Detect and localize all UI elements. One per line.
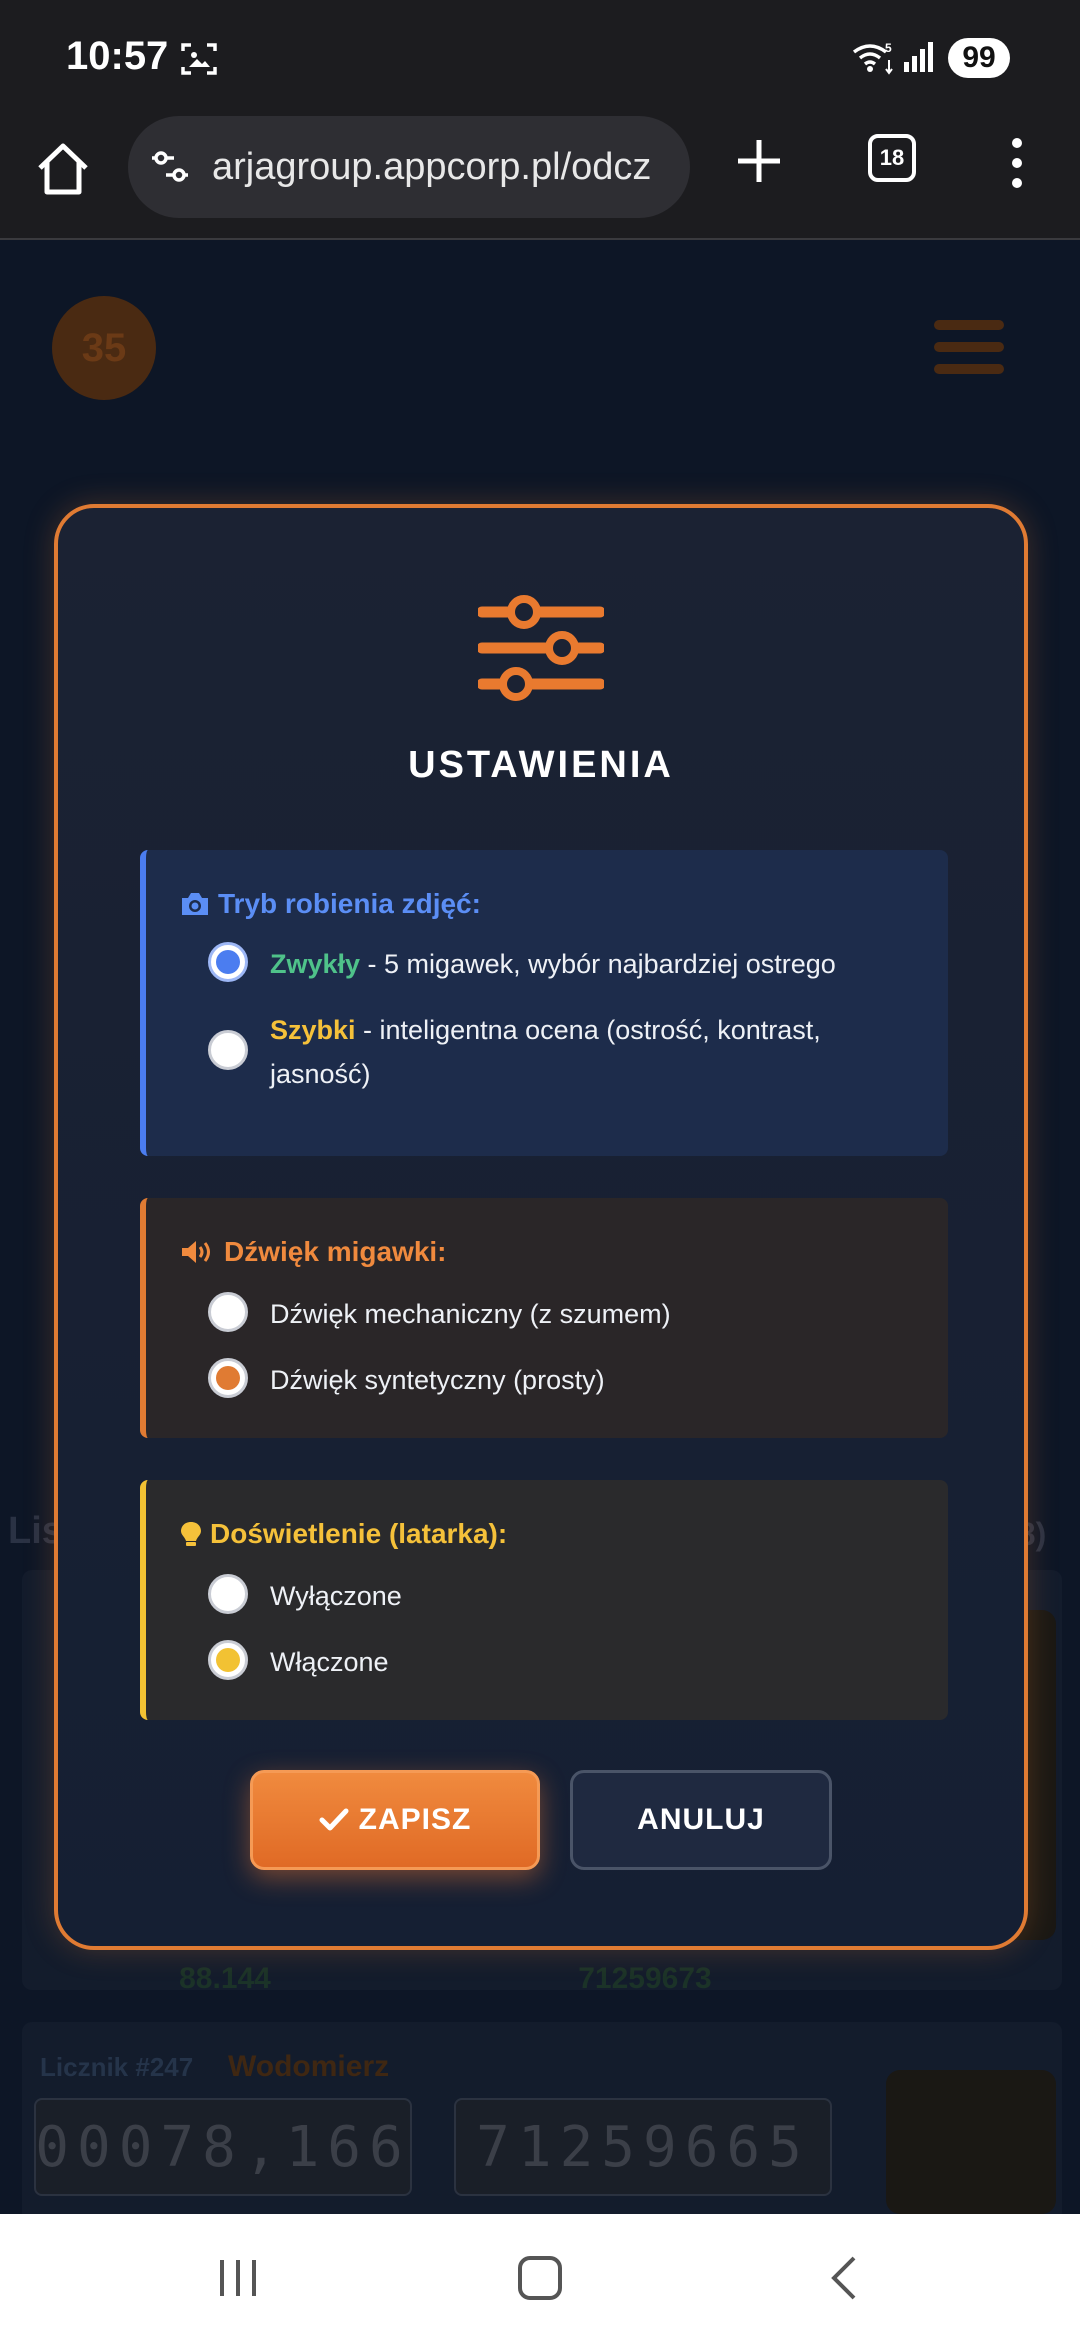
radio-on[interactable]	[208, 1640, 248, 1680]
sound-option-synthetic[interactable]: Dźwięk syntetyczny (prosty)	[208, 1358, 890, 1402]
radio-mechanical[interactable]	[208, 1292, 248, 1332]
radio-normal[interactable]	[208, 942, 248, 982]
photo-option-normal[interactable]: Zwykły - 5 migawek, wybór najbardziej os…	[208, 942, 890, 986]
battery-indicator: 99	[948, 38, 1010, 78]
sound-option-mechanical[interactable]: Dźwięk mechaniczny (z szumem)	[208, 1292, 890, 1336]
home-nav-icon[interactable]	[518, 2256, 562, 2300]
meter-tag: Licznik #247	[40, 2052, 194, 2082]
option-description: - 5 migawek, wybór najbardziej ostrego	[360, 949, 836, 979]
address-bar[interactable]: arjagroup.appcorp.pl/odcz	[128, 116, 690, 218]
counter-display-left: 00078,166	[34, 2098, 412, 2196]
url-text[interactable]: arjagroup.appcorp.pl/odcz	[212, 146, 651, 189]
menu-icon	[934, 320, 1004, 376]
option-keyword: Zwykły	[270, 949, 361, 979]
radio-synthetic[interactable]	[208, 1358, 248, 1398]
wifi-label: 5	[885, 41, 892, 55]
modal-title: USTAWIENIA	[408, 744, 674, 786]
radio-off[interactable]	[208, 1574, 248, 1614]
option-label: Wyłączone	[270, 1581, 402, 1611]
counter-display-right: 71259665	[454, 2098, 832, 2196]
serial-value: 71259673	[578, 1962, 712, 1995]
meter-type: Wodomierz	[228, 2050, 390, 2083]
wifi-icon: 5	[852, 41, 893, 75]
more-options-icon[interactable]	[1000, 134, 1034, 192]
flashlight-section: Doświetlenie (latarka): Wyłączone Włączo…	[140, 1480, 948, 1720]
option-label: Dźwięk mechaniczny (z szumem)	[270, 1299, 671, 1329]
back-icon[interactable]	[824, 2254, 864, 2302]
speaker-icon	[182, 1241, 210, 1263]
photo-mode-section: Tryb robienia zdjęć: Zwykły - 5 migawek,…	[140, 850, 948, 1156]
camera-icon	[182, 893, 208, 915]
shutter-sound-section: Dźwięk migawki: Dźwięk mechaniczny (z sz…	[140, 1198, 948, 1438]
shutter-sound-heading: Dźwięk migawki:	[180, 1236, 447, 1268]
screenshot-icon	[181, 43, 217, 75]
status-bar: 10:57 5 99	[0, 0, 1080, 116]
light-option-off[interactable]: Wyłączone	[208, 1574, 890, 1618]
system-nav-bar	[0, 2214, 1080, 2340]
option-keyword: Szybki	[270, 1015, 356, 1045]
signal-icon	[904, 42, 933, 72]
save-button[interactable]: ZAPISZ	[250, 1770, 540, 1870]
clock: 10:57	[66, 34, 169, 78]
browser-toolbar: arjagroup.appcorp.pl/odcz 18	[0, 116, 1080, 240]
meter-photo	[886, 2070, 1056, 2214]
photo-option-fast[interactable]: Szybki - inteligentna ocena (ostrość, ko…	[208, 1008, 890, 1096]
cancel-button[interactable]: ANULUJ	[570, 1770, 832, 1870]
option-label: Włączone	[270, 1647, 389, 1677]
photo-mode-heading: Tryb robienia zdjęć:	[180, 888, 481, 920]
recent-apps-icon[interactable]	[216, 2258, 260, 2298]
radio-fast[interactable]	[208, 1030, 248, 1070]
option-label: Dźwięk syntetyczny (prosty)	[270, 1365, 605, 1395]
lightbulb-icon	[181, 1522, 201, 1546]
settings-modal: USTAWIENIA Tryb robienia zdjęć: Zwykły -…	[54, 504, 1028, 1950]
count-badge: 35	[52, 296, 156, 400]
reading-value: 88.144	[179, 1962, 271, 1995]
checkmark-icon	[319, 1808, 349, 1831]
light-option-on[interactable]: Włączone	[208, 1640, 890, 1684]
tab-switcher-button[interactable]: 18	[868, 134, 916, 182]
sliders-icon	[478, 595, 604, 701]
flashlight-heading: Doświetlenie (latarka):	[180, 1518, 507, 1550]
site-settings-icon[interactable]	[148, 145, 192, 189]
home-icon[interactable]	[30, 136, 96, 202]
new-tab-icon[interactable]	[730, 132, 788, 190]
